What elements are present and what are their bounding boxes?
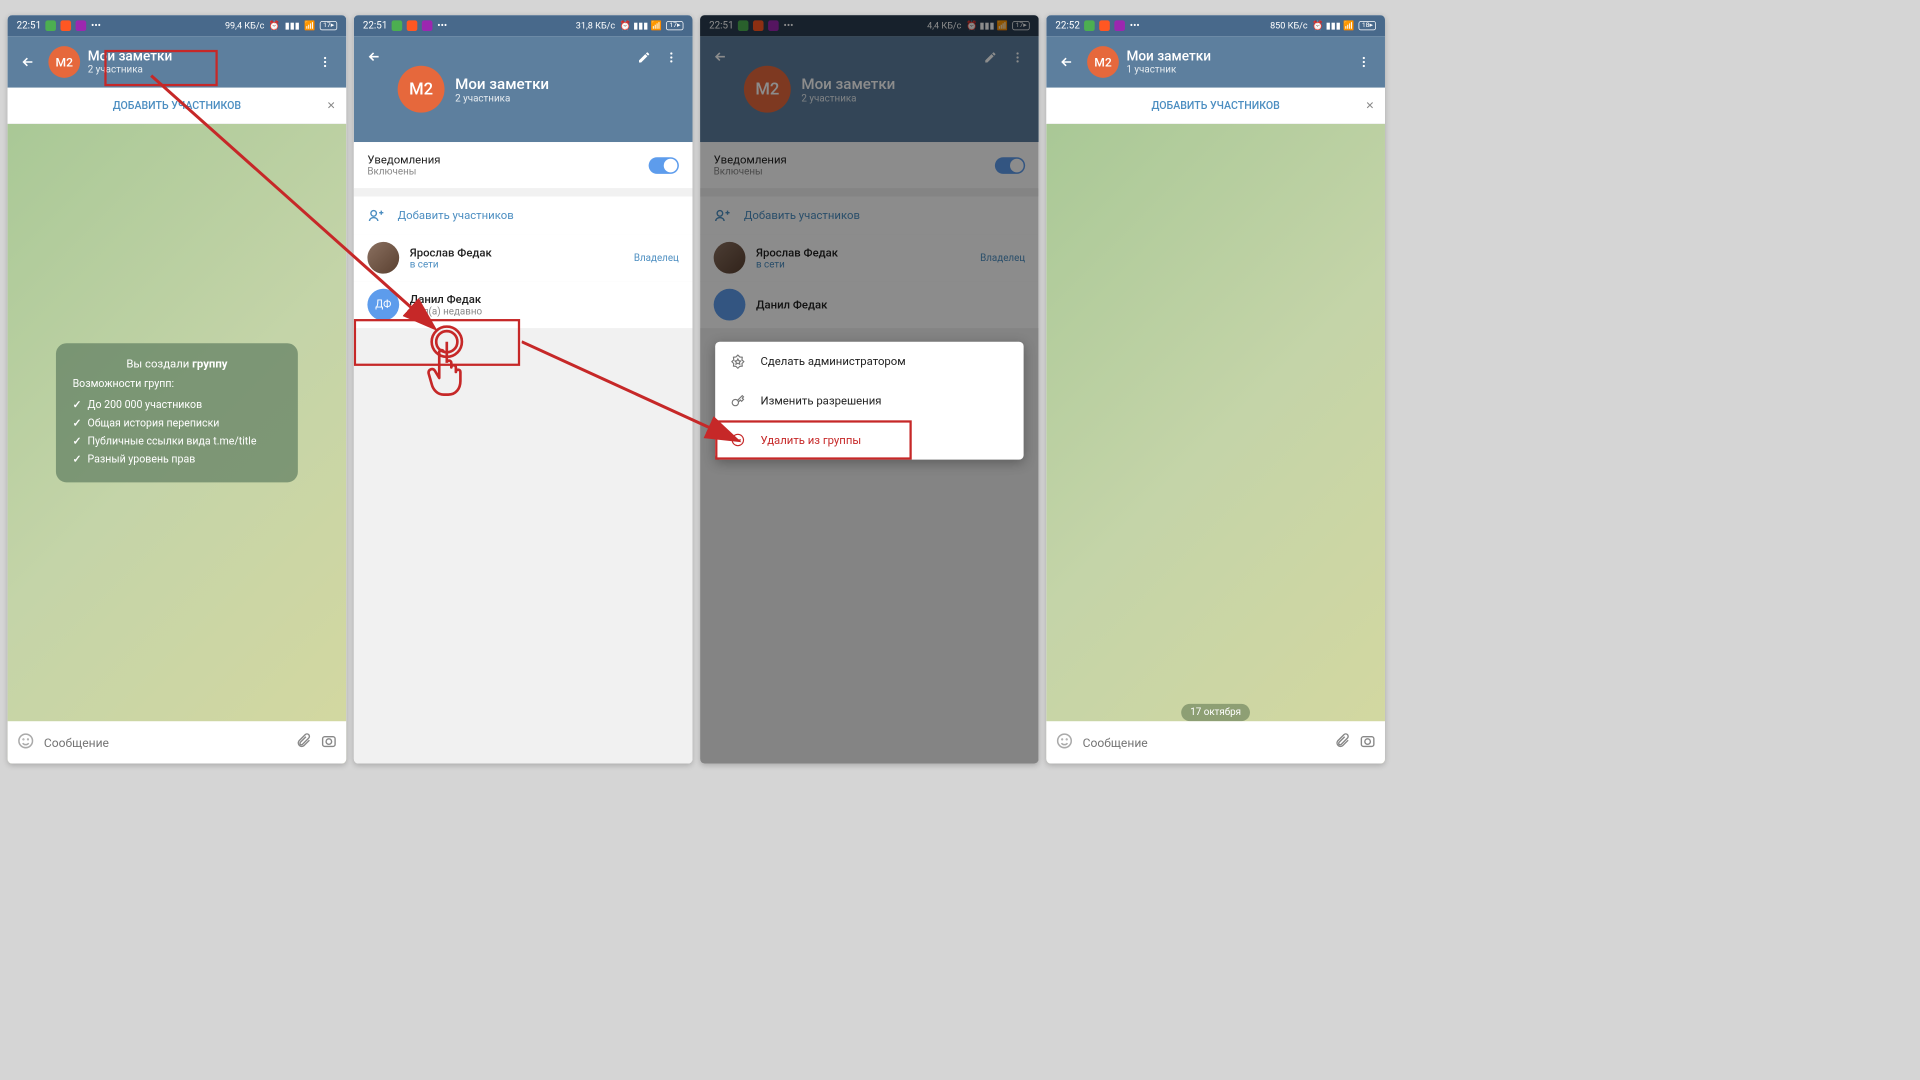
more-menu-button[interactable] [1350,48,1377,75]
status-time: 22:51 [17,20,41,31]
group-avatar[interactable]: M2 [48,46,80,78]
camera-icon[interactable] [321,733,338,753]
message-input[interactable] [1083,735,1325,749]
status-net: 99,4 КБ/с [225,20,264,31]
back-button[interactable] [15,49,41,75]
capabilities-caption: Возможности групп: [73,378,282,390]
message-input-bar [1046,721,1385,763]
add-members-bar[interactable]: ДОБАВИТЬ УЧАСТНИКОВ ✕ [8,88,347,124]
status-net: 850 КБ/с [1270,20,1308,31]
member-name: Данил Федак [410,292,679,306]
menu-label: Сделать администратором [761,355,906,369]
close-icon[interactable]: ✕ [327,99,336,111]
header-title-block[interactable]: Мои заметки 1 участник [1126,48,1350,75]
member-row[interactable]: Ярослав Федак в сети Владелец [354,234,693,281]
group-avatar[interactable]: M2 [1087,46,1119,78]
chat-area: 17 октября Вы удалили Данил Федак [1046,124,1385,764]
menu-permissions[interactable]: Изменить разрешения [715,381,1023,420]
highlight-box-title [104,50,217,86]
member-count: 1 участник [1126,64,1350,75]
capability-item: До 200 000 участников [73,396,282,414]
menu-make-admin[interactable]: Сделать администратором [715,342,1023,381]
chat-area: Вы создали группу Возможности групп: До … [8,124,347,764]
status-icon [1100,20,1111,31]
wifi-icon: 📶 [304,20,315,31]
screen-3-context-menu: 22:51 ••• 4,4 КБ/с⏰ ▮▮▮ 📶17▸ M2 Мои заме… [700,15,1039,763]
emoji-icon[interactable] [1055,732,1073,753]
alarm-icon: ⏰ [269,20,280,31]
chat-header: M2 Мои заметки 1 участник [1046,36,1385,87]
add-members-label: ДОБАВИТЬ УЧАСТНИКОВ [1151,99,1279,111]
status-more: ••• [91,20,101,31]
status-icon [1084,20,1095,31]
tap-gesture-icon [420,325,480,411]
member-name: Ярослав Федак [410,245,624,259]
status-icon [392,20,403,31]
notifications-toggle[interactable] [649,157,679,174]
notifications-row[interactable]: Уведомления Включены [354,142,693,189]
screen-1-chat: 22:51 ••• 99,4 КБ/с ⏰ ▮▮▮ 📶 17▸ M2 Мои з… [8,15,347,763]
status-icon [1115,20,1126,31]
status-time: 22:51 [363,20,387,31]
status-icon [76,20,87,31]
group-created-card: Вы создали группу Возможности групп: До … [56,343,298,482]
add-members-label: Добавить участников [398,209,514,223]
member-count: 2 участника [455,93,630,104]
screen-4-result: 22:52 ••• 850 КБ/с⏰ ▮▮▮ 📶18▸ M2 Мои заме… [1046,15,1385,763]
status-icon [61,20,72,31]
back-button[interactable] [1054,49,1080,75]
capability-item: Общая история переписки [73,414,282,432]
profile-body: Уведомления Включены Добавить участников… [354,142,693,763]
back-button[interactable] [361,44,387,70]
member-status: в сети [410,259,624,270]
capability-item: Разный уровень прав [73,451,282,469]
add-members-label: ДОБАВИТЬ УЧАСТНИКОВ [113,99,241,111]
member-status: был(а) недавно [410,306,679,317]
member-avatar: ДФ [367,289,399,321]
status-bar: 22:51 ••• 99,4 КБ/с ⏰ ▮▮▮ 📶 17▸ [8,15,347,36]
message-input-bar [8,721,347,763]
status-bar: 22:52 ••• 850 КБ/с⏰ ▮▮▮ 📶18▸ [1046,15,1385,36]
add-members-bar[interactable]: ДОБАВИТЬ УЧАСТНИКОВ ✕ [1046,88,1385,124]
attach-icon[interactable] [1334,733,1351,753]
date-label: 17 октября [1181,704,1250,721]
group-title: Мои заметки [1126,48,1350,64]
notifications-value: Включены [367,166,440,177]
screen-2-profile: 22:51 ••• 31,8 КБ/с⏰ ▮▮▮ 📶17▸ M2 Мои зам… [354,15,693,763]
attach-icon[interactable] [295,733,312,753]
edit-button[interactable] [631,44,658,71]
notifications-label: Уведомления [367,153,440,167]
status-icon [407,20,418,31]
status-icon [422,20,433,31]
member-avatar [367,242,399,274]
camera-icon[interactable] [1359,733,1376,753]
add-members-button[interactable]: Добавить участников [354,197,693,235]
signal-icon: ▮▮▮ [285,20,300,31]
battery-icon: 17▸ [320,21,337,30]
status-icon [46,20,57,31]
status-time: 22:52 [1055,20,1079,31]
member-role: Владелец [634,252,679,263]
menu-label: Изменить разрешения [761,394,882,408]
group-avatar[interactable]: M2 [398,66,445,113]
message-input[interactable] [44,735,286,749]
status-net: 31,8 КБ/с [576,20,615,31]
group-title: Мои заметки [455,74,630,92]
close-icon[interactable]: ✕ [1366,99,1375,111]
highlight-box-remove [715,420,912,459]
more-menu-button[interactable] [311,48,338,75]
capability-item: Публичные ссылки вида t.me/title [73,432,282,450]
profile-header: M2 Мои заметки 2 участника [354,36,693,142]
status-bar: 22:51 ••• 31,8 КБ/с⏰ ▮▮▮ 📶17▸ [354,15,693,36]
more-menu-button[interactable] [658,44,685,71]
emoji-icon[interactable] [17,732,35,753]
